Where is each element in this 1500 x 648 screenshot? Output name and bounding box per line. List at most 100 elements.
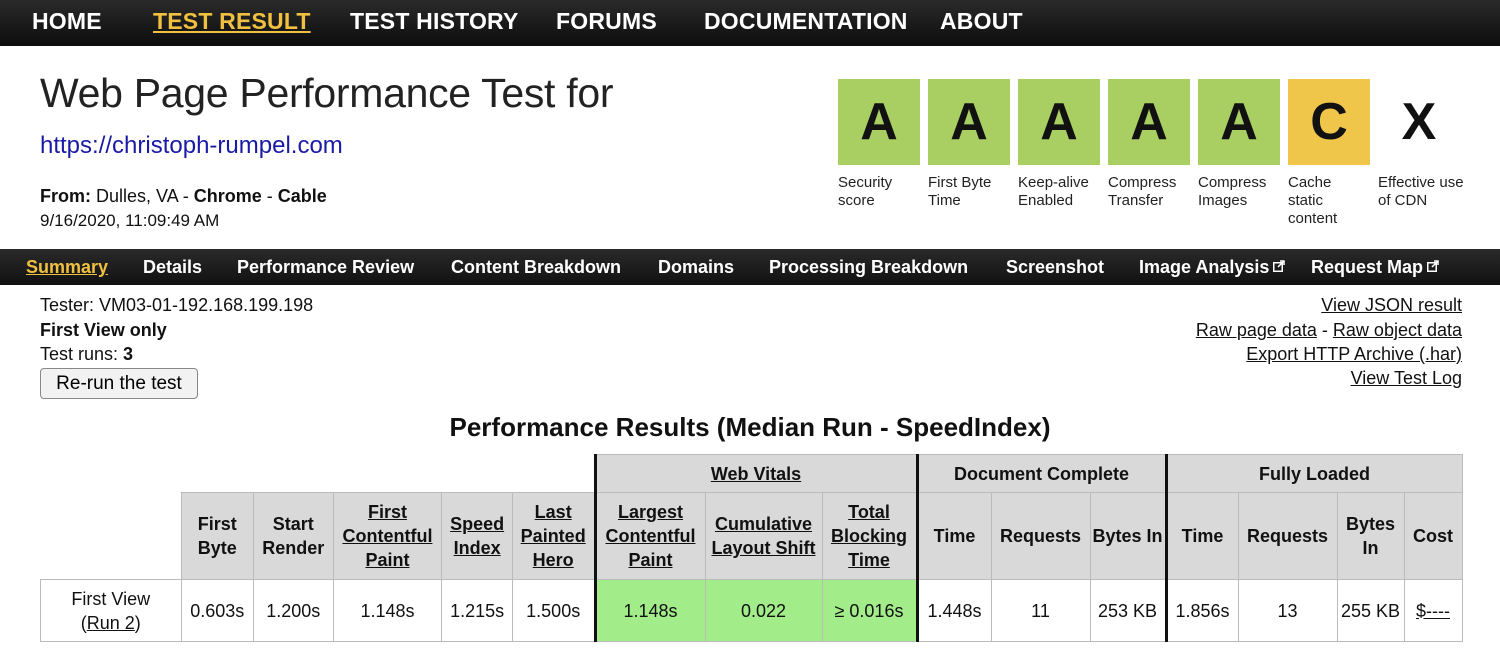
col-speed-index[interactable]: Speed Index [441, 492, 513, 580]
cell-largest-contentful-paint: 1.148s [593, 579, 706, 642]
nav-test-result[interactable]: TEST RESULT [153, 8, 311, 35]
col-fl-requests: Requests [1237, 492, 1338, 580]
page-title: Web Page Performance Test for [40, 70, 614, 116]
grade-label-security: Security score [838, 174, 893, 209]
cell-total-blocking-time: ≥ 0.016s [821, 579, 918, 642]
group-document-complete: Document Complete [915, 454, 1167, 493]
test-datetime: 9/16/2020, 11:09:49 AM [40, 211, 220, 230]
tab-performance-review[interactable]: Performance Review [237, 257, 414, 278]
cell-fl-bytes-in: 255 KB [1336, 579, 1405, 642]
blank-header [41, 493, 182, 580]
web-vitals-link[interactable]: Web Vitals [711, 464, 801, 484]
tab-screenshot[interactable]: Screenshot [1006, 257, 1104, 278]
tab-content-breakdown[interactable]: Content Breakdown [451, 257, 621, 278]
nav-forums[interactable]: FORUMS [556, 8, 657, 35]
tested-url-link[interactable]: https://christoph-rumpel.com [40, 132, 343, 160]
cell-dc-time: 1.448s [915, 579, 992, 642]
grade-security[interactable]: A [838, 79, 920, 165]
tab-processing-breakdown[interactable]: Processing Breakdown [769, 257, 968, 278]
tab-domains[interactable]: Domains [658, 257, 734, 278]
col-dc-requests: Requests [990, 492, 1091, 580]
col-fl-bytes-in: Bytes In [1336, 492, 1405, 580]
col-dc-bytes-in: Bytes In [1089, 492, 1167, 580]
nav-documentation[interactable]: DOCUMENTATION [704, 8, 908, 35]
cell-dc-requests: 11 [990, 579, 1091, 642]
rerun-test-button[interactable]: Re-run the test [40, 368, 198, 399]
tester-info: Tester: VM03-01-192.168.199.198 [40, 295, 314, 315]
cell-speed-index: 1.215s [441, 579, 513, 642]
grade-compress-images[interactable]: A [1198, 79, 1280, 165]
grade-label-compress-images: Compress Images [1198, 174, 1267, 209]
cost-link[interactable]: $---- [1416, 601, 1450, 621]
cumulative-layout-shift-link[interactable]: Cumulative Layout Shift [712, 514, 816, 558]
tab-request-map-label: Request Map [1311, 257, 1424, 277]
grade-first-byte[interactable]: A [928, 79, 1010, 165]
first-view-only: First View only [40, 320, 167, 340]
performance-results-table: Web Vitals Document Complete Fully Loade… [40, 454, 1463, 642]
grade-label-cache-static: Cache static content [1288, 174, 1338, 227]
cell-last-painted-hero: 1.500s [511, 579, 596, 642]
raw-page-data-link[interactable]: Raw page data [1196, 320, 1317, 340]
cell-cumulative-layout-shift: 0.022 [704, 579, 823, 642]
view-json-link[interactable]: View JSON result [1321, 295, 1462, 316]
col-start-render: Start Render [253, 492, 334, 580]
tab-summary[interactable]: Summary [26, 257, 108, 278]
grade-cdn[interactable]: X [1378, 79, 1460, 165]
grade-label-first-byte: First Byte Time [928, 174, 992, 209]
blank-header [41, 455, 596, 493]
col-cumulative-layout-shift[interactable]: Cumulative Layout Shift [704, 492, 823, 580]
speed-index-link[interactable]: Speed Index [450, 514, 504, 558]
top-navigation: HOME TEST RESULT TEST HISTORY FORUMS DOC… [0, 0, 1500, 46]
group-web-vitals[interactable]: Web Vitals [593, 454, 918, 493]
test-location: From: Dulles, VA - Chrome - Cable [40, 186, 327, 207]
col-dc-time: Time [915, 492, 992, 580]
result-tabs: Summary Details Performance Review Conte… [0, 249, 1500, 285]
tab-image-analysis[interactable]: Image Analysis [1139, 257, 1286, 278]
group-fully-loaded: Fully Loaded [1164, 454, 1463, 493]
col-first-contentful-paint[interactable]: First Contentful Paint [332, 492, 443, 580]
first-contentful-paint-link[interactable]: First Contentful Paint [342, 502, 432, 570]
run-2-link[interactable]: Run 2 [87, 613, 135, 633]
run-close-paren: ) [134, 612, 141, 633]
cell-first-byte: 0.603s [180, 579, 255, 642]
external-link-icon [1273, 260, 1286, 272]
grade-compress-transfer[interactable]: A [1108, 79, 1190, 165]
col-first-byte: First Byte [180, 492, 255, 580]
col-total-blocking-time[interactable]: Total Blocking Time [821, 492, 918, 580]
nav-test-history[interactable]: TEST HISTORY [350, 8, 519, 35]
nav-home[interactable]: HOME [32, 8, 102, 35]
row-label: First View (Run 2) [40, 579, 182, 642]
performance-results-title: Performance Results (Median Run - SpeedI… [449, 412, 1051, 442]
table-row: First View (Run 2) 0.603s 1.200s 1.148s 1… [40, 579, 1463, 642]
separator: - [261, 186, 278, 206]
tab-details[interactable]: Details [143, 257, 202, 278]
nav-about[interactable]: ABOUT [940, 8, 1023, 35]
last-painted-hero-link[interactable]: Last Painted Hero [521, 502, 586, 570]
cell-start-render: 1.200s [253, 579, 334, 642]
connection-text: Cable [277, 186, 327, 206]
cell-fl-requests: 13 [1237, 579, 1338, 642]
col-fl-time: Time [1164, 492, 1239, 580]
grade-label-keep-alive: Keep-alive Enabled [1018, 174, 1089, 209]
col-cost: Cost [1403, 492, 1463, 580]
col-last-painted-hero[interactable]: Last Painted Hero [511, 492, 596, 580]
total-blocking-time-link[interactable]: Total Blocking Time [831, 502, 907, 570]
links-separator: - [1316, 320, 1333, 340]
separator: - [177, 186, 194, 206]
export-har-link[interactable]: Export HTTP Archive (.har) [1246, 344, 1462, 365]
view-test-log-link[interactable]: View Test Log [1351, 368, 1462, 389]
col-largest-contentful-paint[interactable]: Largest Contentful Paint [593, 492, 706, 580]
largest-contentful-paint-link[interactable]: Largest Contentful Paint [606, 502, 696, 570]
cell-fl-time: 1.856s [1164, 579, 1239, 642]
grade-label-cdn: Effective use of CDN [1378, 174, 1464, 209]
raw-object-data-link[interactable]: Raw object data [1333, 320, 1462, 340]
row-label-text: First View [71, 588, 151, 609]
cell-cost[interactable]: $---- [1403, 579, 1463, 642]
tab-request-map[interactable]: Request Map [1311, 257, 1439, 278]
browser-text: Chrome [193, 186, 262, 206]
grade-label-compress-transfer: Compress Transfer [1108, 174, 1177, 209]
cell-dc-bytes-in: 253 KB [1089, 579, 1167, 642]
grade-keep-alive[interactable]: A [1018, 79, 1100, 165]
cell-first-contentful-paint: 1.148s [332, 579, 443, 642]
grade-cache-static[interactable]: C [1288, 79, 1370, 165]
